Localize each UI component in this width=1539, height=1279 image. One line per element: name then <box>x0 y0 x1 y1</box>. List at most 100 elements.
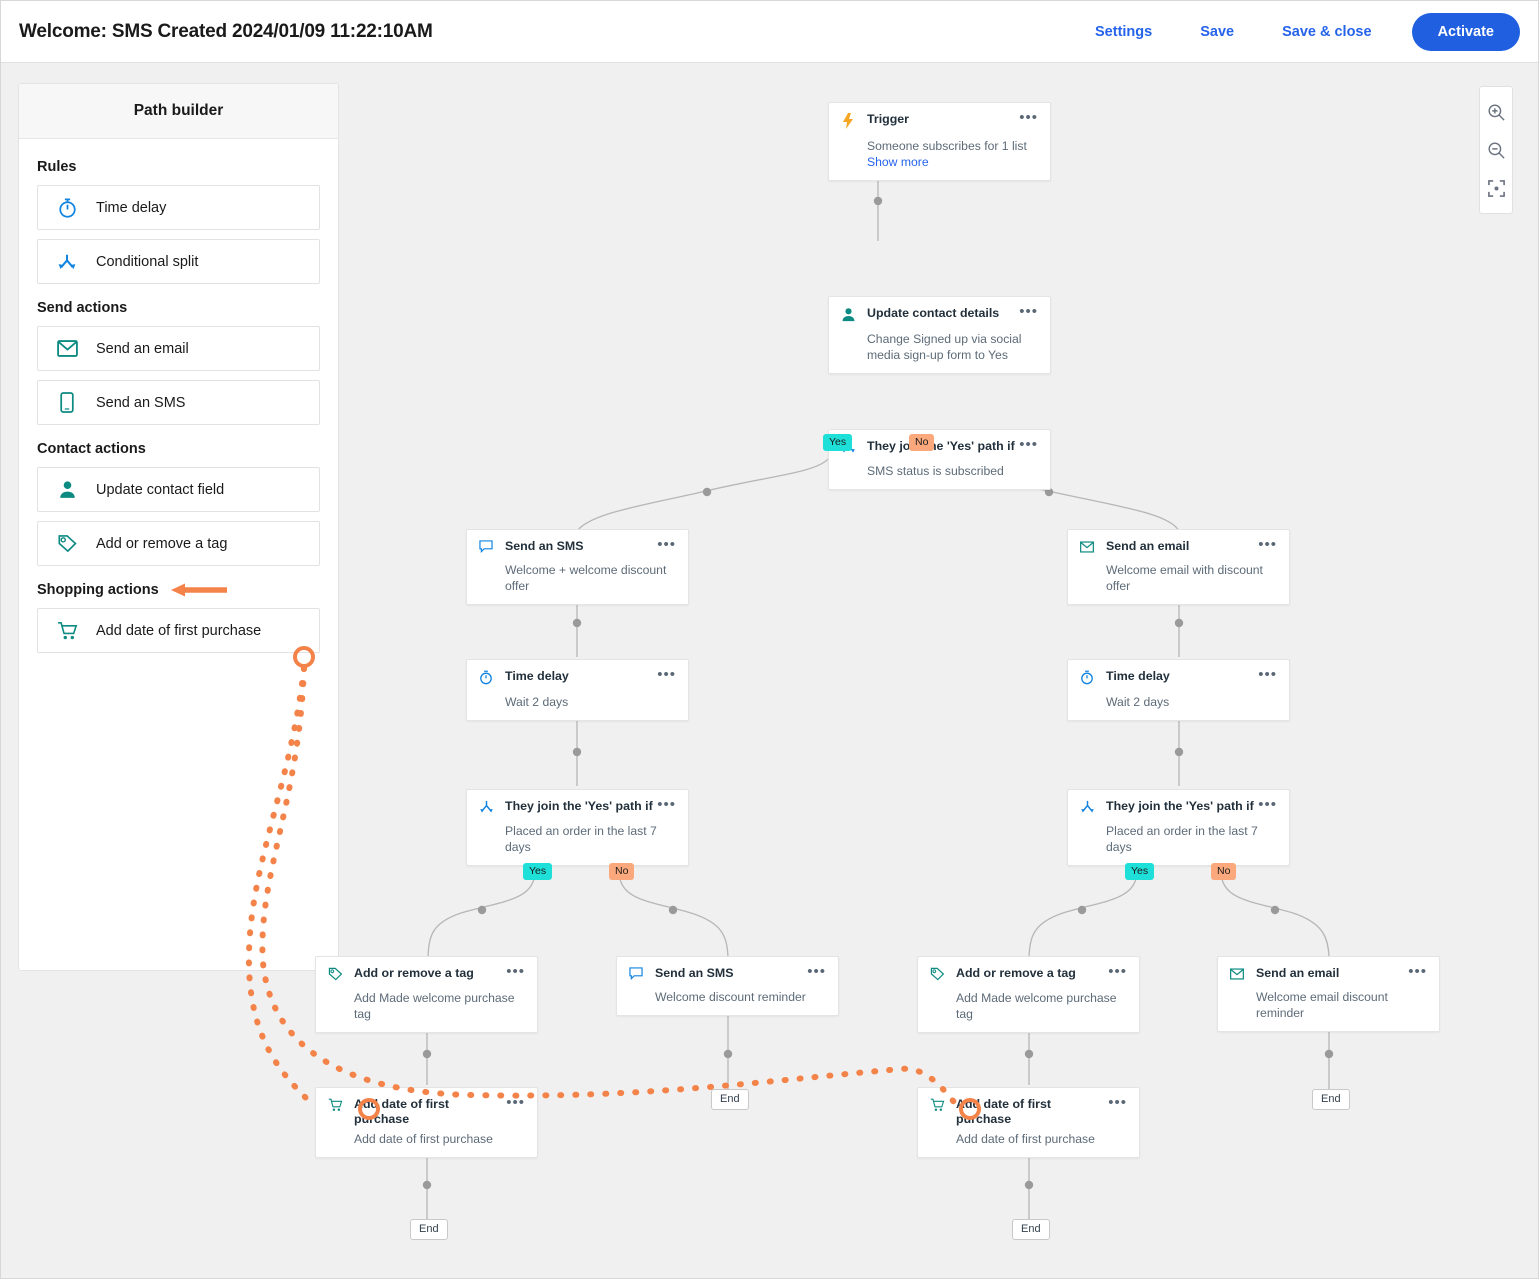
node-trigger[interactable]: Trigger ••• Someone subscribes for 1 lis… <box>828 102 1051 181</box>
node-title: Time delay <box>1106 669 1258 684</box>
sms-icon <box>629 967 649 985</box>
node-subtitle: Placed an order in the last 7 days <box>505 823 676 855</box>
node-subtitle: Welcome discount reminder <box>655 989 826 1005</box>
node-title: Update contact details <box>867 306 1019 321</box>
node-send-sms-welcome[interactable]: Send an SMS ••• Welcome + welcome discou… <box>466 529 689 605</box>
node-header: Time delay ••• <box>1080 669 1277 690</box>
zoom-controls <box>1479 86 1513 214</box>
node-update-contact-details[interactable]: Update contact details ••• Change Signed… <box>828 296 1051 374</box>
node-header: Update contact details ••• <box>841 306 1038 327</box>
page-title: Welcome: SMS Created 2024/01/09 11:22:10… <box>19 21 433 43</box>
node-header: Send an email ••• <box>1230 966 1427 985</box>
app-window: Welcome: SMS Created 2024/01/09 11:22:10… <box>0 0 1539 1279</box>
drag-handle-ring-source[interactable] <box>293 646 315 668</box>
branch-badge-no-root: No <box>909 434 934 451</box>
tag-icon <box>328 967 348 986</box>
end-badge-email-reminder: End <box>1312 1089 1350 1110</box>
sms-icon <box>479 540 499 558</box>
show-more-link[interactable]: Show more <box>867 154 1038 170</box>
zoom-out-button[interactable] <box>1479 131 1513 169</box>
top-bar: Welcome: SMS Created 2024/01/09 11:22:10… <box>1 1 1538 63</box>
zoom-in-button[interactable] <box>1479 93 1513 131</box>
node-send-email-reminder[interactable]: Send an email ••• Welcome email discount… <box>1217 956 1440 1032</box>
node-subtitle: Add Made welcome purchase tag <box>956 990 1127 1022</box>
node-conditional-split-left[interactable]: They join the 'Yes' path if ••• Placed a… <box>466 789 689 866</box>
node-menu-button[interactable]: ••• <box>657 540 676 550</box>
node-subtitle: Someone subscribes for 1 list <box>867 138 1038 154</box>
node-menu-button[interactable]: ••• <box>1258 800 1277 810</box>
node-title: Send an SMS <box>505 539 657 554</box>
branch-badge-no-left: No <box>609 863 634 880</box>
end-badge-purchase-right: End <box>1012 1219 1050 1240</box>
node-title: Trigger <box>867 112 1019 127</box>
stopwatch-icon <box>479 670 499 690</box>
node-subtitle: Add date of first purchase <box>354 1131 525 1147</box>
node-add-date-first-purchase-left[interactable]: Add date of first purchase ••• Add date … <box>315 1087 538 1158</box>
split-icon <box>479 800 499 819</box>
node-header: Add or remove a tag ••• <box>328 966 525 986</box>
node-time-delay-right[interactable]: Time delay ••• Wait 2 days <box>1067 659 1290 721</box>
node-menu-button[interactable]: ••• <box>1258 670 1277 680</box>
save-button[interactable]: Save <box>1176 24 1258 40</box>
settings-button[interactable]: Settings <box>1071 24 1176 40</box>
node-title: Time delay <box>505 669 657 684</box>
node-time-delay-left[interactable]: Time delay ••• Wait 2 days <box>466 659 689 721</box>
node-subtitle: Add date of first purchase <box>956 1131 1127 1147</box>
node-conditional-split-root[interactable]: They join the 'Yes' path if ••• SMS stat… <box>828 429 1051 490</box>
node-menu-button[interactable]: ••• <box>1108 1098 1127 1108</box>
tag-icon <box>930 967 950 986</box>
node-header: Add or remove a tag ••• <box>930 966 1127 986</box>
node-menu-button[interactable]: ••• <box>1408 967 1427 977</box>
node-title: Add or remove a tag <box>956 966 1108 981</box>
node-subtitle: Add Made welcome purchase tag <box>354 990 525 1022</box>
node-menu-button[interactable]: ••• <box>1258 540 1277 550</box>
node-add-tag-right[interactable]: Add or remove a tag ••• Add Made welcome… <box>917 956 1140 1033</box>
workflow-canvas[interactable]: Yes No Yes No Yes No End End End End Tri… <box>1 63 1538 1278</box>
node-send-email-welcome[interactable]: Send an email ••• Welcome email with dis… <box>1067 529 1290 605</box>
branch-badge-yes-root: Yes <box>823 434 852 451</box>
node-title: Send an email <box>1256 966 1408 981</box>
node-menu-button[interactable]: ••• <box>657 670 676 680</box>
split-icon <box>1080 800 1100 819</box>
node-header: Send an SMS ••• <box>479 539 676 558</box>
drag-handle-ring-right-node[interactable] <box>959 1098 981 1120</box>
node-add-tag-left[interactable]: Add or remove a tag ••• Add Made welcome… <box>315 956 538 1033</box>
node-header: Trigger ••• <box>841 112 1038 134</box>
top-bar-actions: Settings Save Save & close Activate <box>1071 13 1520 51</box>
drag-handle-ring-left-node[interactable] <box>358 1098 380 1120</box>
node-subtitle: Change Signed up via social media sign-u… <box>867 331 1038 363</box>
bolt-icon <box>841 113 861 134</box>
envelope-icon <box>1230 967 1250 985</box>
node-subtitle: Wait 2 days <box>505 694 676 710</box>
node-send-sms-reminder[interactable]: Send an SMS ••• Welcome discount reminde… <box>616 956 839 1016</box>
cart-icon <box>930 1098 950 1117</box>
node-menu-button[interactable]: ••• <box>1019 440 1038 450</box>
end-badge-sms-reminder: End <box>711 1089 749 1110</box>
node-menu-button[interactable]: ••• <box>657 800 676 810</box>
node-subtitle: Welcome email discount reminder <box>1256 989 1427 1021</box>
node-title: They join the 'Yes' path if <box>867 439 1019 454</box>
node-header: Send an SMS ••• <box>629 966 826 985</box>
branch-badge-no-right: No <box>1211 863 1236 880</box>
node-subtitle: Welcome email with discount offer <box>1106 562 1277 594</box>
node-conditional-split-right[interactable]: They join the 'Yes' path if ••• Placed a… <box>1067 789 1290 866</box>
fit-to-screen-button[interactable] <box>1479 169 1513 207</box>
node-add-date-first-purchase-right[interactable]: Add date of first purchase ••• Add date … <box>917 1087 1140 1158</box>
node-title: They join the 'Yes' path if <box>505 799 657 814</box>
branch-badge-yes-left: Yes <box>523 863 552 880</box>
node-menu-button[interactable]: ••• <box>807 967 826 977</box>
node-menu-button[interactable]: ••• <box>506 967 525 977</box>
save-and-close-button[interactable]: Save & close <box>1258 24 1395 40</box>
node-subtitle: Welcome + welcome discount offer <box>505 562 676 594</box>
node-header: Time delay ••• <box>479 669 676 690</box>
person-icon <box>841 307 861 327</box>
node-subtitle: Wait 2 days <box>1106 694 1277 710</box>
branch-badge-yes-right: Yes <box>1125 863 1154 880</box>
node-menu-button[interactable]: ••• <box>1019 307 1038 317</box>
node-menu-button[interactable]: ••• <box>1019 113 1038 123</box>
node-menu-button[interactable]: ••• <box>506 1098 525 1108</box>
node-subtitle: Placed an order in the last 7 days <box>1106 823 1277 855</box>
node-menu-button[interactable]: ••• <box>1108 967 1127 977</box>
node-header: Send an email ••• <box>1080 539 1277 558</box>
activate-button[interactable]: Activate <box>1412 13 1520 51</box>
